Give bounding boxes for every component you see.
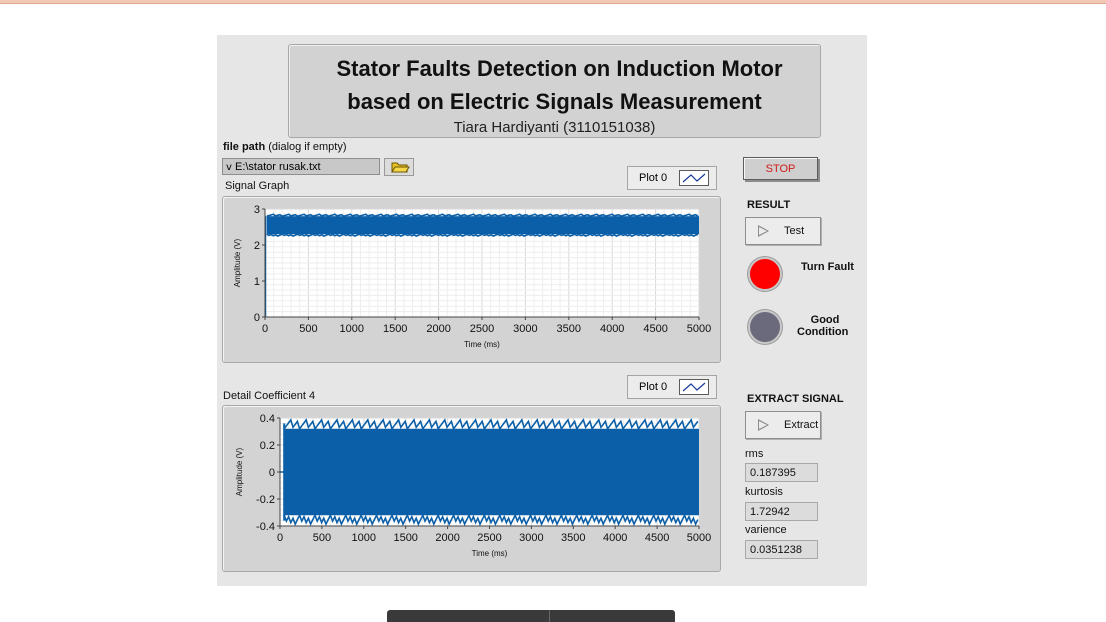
y-tick-label: 1 [254,276,260,288]
turn-fault-label: Turn Fault [801,261,854,273]
signal-graph-legend-label: Plot 0 [639,172,668,184]
x-tick-label: 0 [277,532,283,544]
y-tick-label: -0.4 [256,521,275,533]
detail-graph-legend-label: Plot 0 [639,381,668,393]
stop-button[interactable]: STOP [743,157,818,180]
line-style-icon [679,379,709,395]
varience-label: varience [745,524,787,536]
x-tick-label: 2000 [435,532,459,544]
x-tick-label: 1500 [383,323,407,335]
rms-label: rms [745,448,764,460]
x-tick-label: 500 [299,323,317,335]
file-path-label-text: file path [223,141,266,153]
rms-indicator: 0.187395 [745,463,818,482]
file-path-input[interactable]: ⅴ E:\stator rusak.txt [222,158,380,175]
kurtosis-indicator: 1.72942 [745,502,818,521]
detail-series [280,418,699,527]
toolbar-divider [549,610,550,622]
signal-graph-label: Signal Graph [225,180,290,192]
title-line-1: Stator Faults Detection on Induction Mot… [336,56,783,81]
x-tick-label: 3500 [557,323,581,335]
signal-graph[interactable]: 0 500 1000 1500 2000 2500 3000 3500 4000 4500 5000… [222,196,721,363]
x-tick-label: 2000 [426,323,450,335]
x-tick-label: 1000 [340,323,364,335]
turn-fault-led [748,257,782,291]
line-style-icon [679,170,709,186]
x-tick-label: 4000 [600,323,624,335]
detail-coefficient-label: Detail Coefficient 4 [223,390,316,402]
path-prefix-icon: ⅴ [226,162,232,173]
test-button-label: Test [784,225,805,237]
x-tick-label: 3500 [561,532,585,544]
x-tick-label: 4000 [603,532,627,544]
file-path-value: E:\stator rusak.txt [234,161,321,173]
good-condition-label: Good Condition [797,314,848,338]
file-path-label: file path (dialog if empty) [223,141,347,153]
front-panel: Stator Faults Detection on Induction Mot… [217,35,867,586]
y-tick-label: 0.4 [260,413,275,425]
y-tick-label: -0.2 [256,494,275,506]
varience-indicator: 0.0351238 [745,540,818,559]
detail-coefficient-plot: 0 500 1000 1500 2000 2500 3000 3500 4000 4500 5000… [235,413,711,558]
test-button[interactable]: Test [745,217,821,245]
extract-button[interactable]: Extract [745,411,821,439]
good-condition-led [748,310,782,344]
y-tick-label: 0 [269,467,275,479]
x-tick-label: 500 [313,532,331,544]
x-tick-label: 2500 [477,532,501,544]
x-tick-label: 1000 [352,532,376,544]
x-tick-label: 5000 [687,532,711,544]
signal-graph-plot-legend[interactable]: Plot 0 [627,166,717,190]
x-tick-label: 3000 [513,323,537,335]
extract-signal-heading: EXTRACT SIGNAL [747,393,844,405]
kurtosis-label: kurtosis [745,486,783,498]
play-icon [758,225,769,237]
result-heading: RESULT [747,199,791,211]
y-tick-label: 0.2 [260,440,275,452]
title-box: Stator Faults Detection on Induction Mot… [288,44,821,138]
file-path-hint: (dialog if empty) [268,141,347,153]
x-axis-label: Time (ms) [472,549,508,558]
y-tick-label: 2 [254,240,260,252]
bottom-toolbar [387,610,675,622]
y-tick-label: 3 [254,204,260,216]
title-line-2: based on Electric Signals Measurement [347,89,762,114]
x-tick-label: 0 [262,323,268,335]
signal-band [266,216,699,235]
stop-button-label: STOP [765,163,796,175]
browse-folder-button[interactable] [384,158,414,176]
play-icon [758,419,769,431]
x-tick-label: 4500 [643,323,667,335]
browser-top-edge [0,0,1106,4]
x-tick-label: 2500 [470,323,494,335]
detail-graph-plot-legend[interactable]: Plot 0 [627,375,717,399]
good-condition-label-line-2: Condition [797,326,849,338]
signal-graph-plot: 0 500 1000 1500 2000 2500 3000 3500 4000 4500 5000… [233,204,711,349]
extract-button-label: Extract [784,419,819,431]
signal-band [284,428,699,516]
x-tick-label: 3000 [519,532,543,544]
y-axis-label: Amplitude (V) [235,447,244,496]
x-tick-label: 5000 [687,323,711,335]
x-axis-label: Time (ms) [464,340,500,349]
author-label: Tiara Hardiyanti (3110151038) [453,119,656,136]
folder-icon [391,162,410,173]
detail-coefficient-graph[interactable]: 0 500 1000 1500 2000 2500 3000 3500 4000 4500 5000… [222,405,721,572]
y-axis-label: Amplitude (V) [233,238,242,287]
x-tick-label: 1500 [393,532,417,544]
x-tick-label: 4500 [645,532,669,544]
good-condition-label-line-1: Good [810,314,840,326]
y-tick-label: 0 [254,312,260,324]
